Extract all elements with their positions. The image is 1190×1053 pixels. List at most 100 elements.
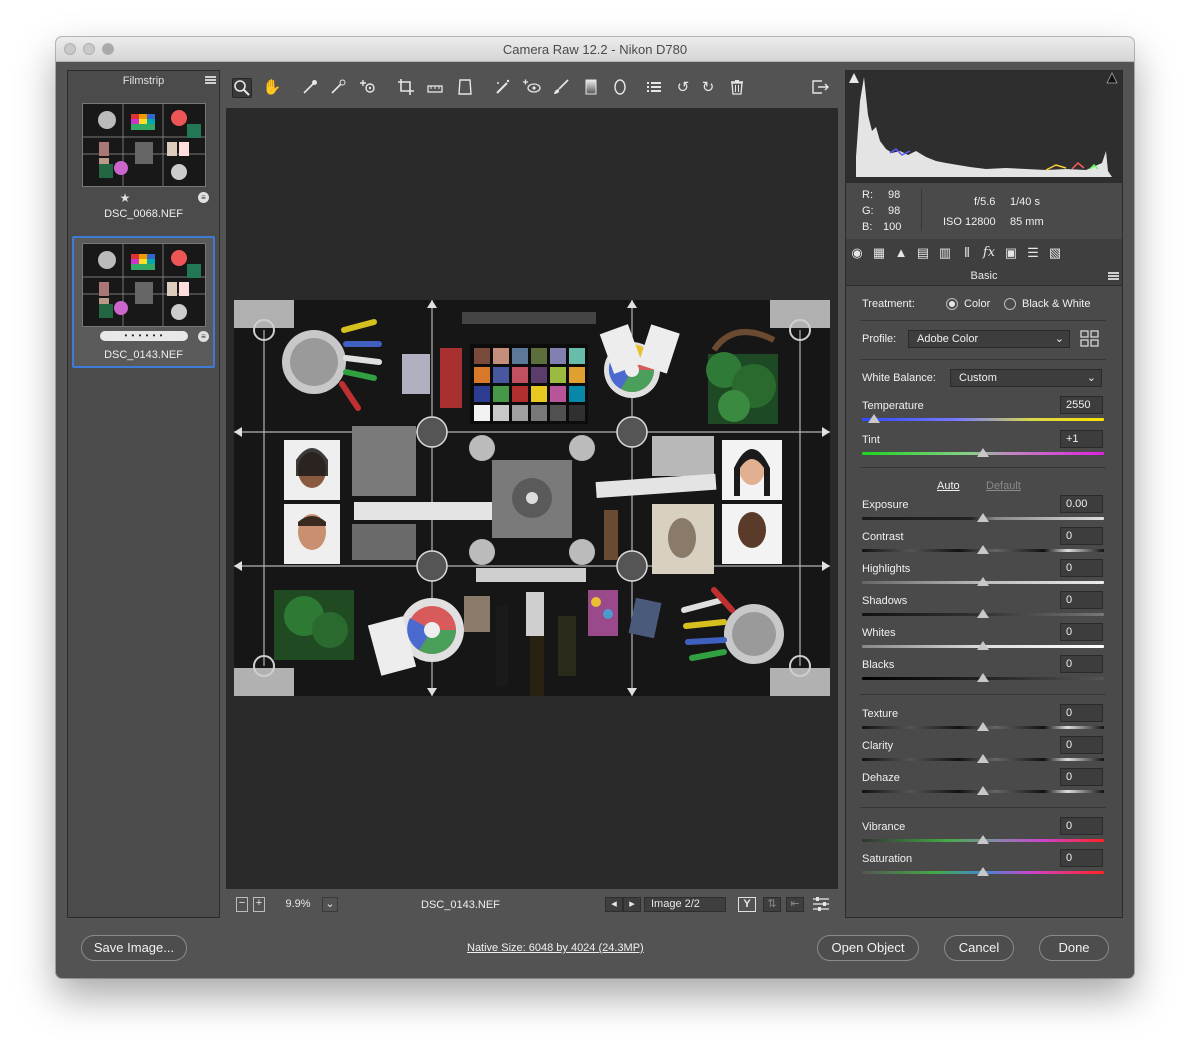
straighten-tool-icon[interactable] <box>425 78 445 98</box>
tab-detail-icon[interactable]: ▲ <box>893 245 909 261</box>
vibrance-value[interactable]: 0 <box>1060 817 1103 835</box>
tab-hsl-icon[interactable]: ▤ <box>915 245 931 261</box>
color-sampler-icon[interactable] <box>328 78 348 98</box>
open-object-button[interactable]: Open Object <box>817 935 919 961</box>
rotate-ccw-icon[interactable]: ↺ <box>673 78 693 98</box>
clarity-slider-thumb[interactable] <box>977 754 989 763</box>
filmstrip-menu-icon[interactable] <box>205 76 216 84</box>
whites-slider-thumb[interactable] <box>977 641 989 650</box>
filmstrip-item-selected[interactable]: • • • • • • ≡ DSC_0143.NEF <box>72 236 215 368</box>
white-balance-dropdown[interactable]: Custom ⌄ <box>950 369 1102 387</box>
highlights-slider-thumb[interactable] <box>977 577 989 586</box>
tint-label: Tint <box>862 434 880 446</box>
adjustment-brush-icon[interactable] <box>551 78 571 98</box>
thumbnail-image <box>82 243 206 327</box>
toggle-fullscreen-icon[interactable] <box>810 78 830 98</box>
tint-slider-thumb[interactable] <box>977 448 989 457</box>
image-counter: Image 2/2 <box>644 897 726 912</box>
transform-tool-icon[interactable] <box>455 78 475 98</box>
panel-menu-icon[interactable] <box>1108 272 1119 280</box>
shadows-value[interactable]: 0 <box>1060 591 1103 609</box>
treatment-color-radio[interactable] <box>946 298 958 310</box>
save-image-button[interactable]: Save Image... <box>81 935 187 961</box>
texture-slider-thumb[interactable] <box>977 722 989 731</box>
copy-settings-icon[interactable]: ⇤ <box>786 897 804 912</box>
zoom-out-button[interactable]: − <box>236 897 248 912</box>
vibrance-slider-thumb[interactable] <box>977 835 989 844</box>
shadows-slider-thumb[interactable] <box>977 609 989 618</box>
iso: ISO 12800 <box>943 216 996 228</box>
toggle-settings-icon[interactable] <box>812 896 830 912</box>
before-after-view-button[interactable]: Y <box>738 897 756 912</box>
rotate-cw-icon[interactable]: ↻ <box>698 78 718 98</box>
texture-label: Texture <box>862 708 899 720</box>
zoom-in-button[interactable]: + <box>253 897 265 912</box>
g-label: G: <box>862 205 874 217</box>
tab-snapshots-icon[interactable]: ▧ <box>1047 245 1063 261</box>
blacks-slider-thumb[interactable] <box>977 673 989 682</box>
trash-icon[interactable] <box>727 78 747 98</box>
swap-settings-icon[interactable]: ⇅ <box>763 897 781 912</box>
settings-badge-icon: ≡ <box>198 192 209 203</box>
white-balance-tool-icon[interactable] <box>300 78 320 98</box>
tab-presets-icon[interactable]: ☰ <box>1025 245 1041 261</box>
default-tone-link[interactable]: Default <box>986 480 1021 492</box>
hand-tool-icon[interactable]: ✋ <box>262 78 282 98</box>
separator <box>860 320 1106 321</box>
saturation-label: Saturation <box>862 853 913 865</box>
clarity-label: Clarity <box>862 740 894 752</box>
thumbnail-filename: DSC_0143.NEF <box>104 349 183 361</box>
profile-browser-icon[interactable] <box>1080 330 1100 348</box>
zoom-dropdown-chevron-icon[interactable]: ⌄ <box>322 897 338 912</box>
tab-tone-curve-icon[interactable]: ▦ <box>871 245 887 261</box>
tab-split-toning-icon[interactable]: ▥ <box>937 245 953 261</box>
spot-removal-icon[interactable] <box>493 78 513 98</box>
native-size-link[interactable]: Native Size: 6048 by 4024 (24.3MP) <box>467 942 644 954</box>
rating-dots[interactable]: • • • • • • <box>100 331 188 341</box>
targeted-adjustment-icon[interactable] <box>358 78 378 98</box>
previous-image-icon[interactable]: ◂ <box>605 897 623 912</box>
tint-value[interactable]: +1 <box>1060 430 1103 448</box>
auto-tone-link[interactable]: Auto <box>937 480 960 492</box>
tab-effects-fx-icon[interactable]: fx <box>981 245 997 261</box>
temperature-slider[interactable] <box>862 418 1104 421</box>
treatment-bw-radio[interactable] <box>1004 298 1016 310</box>
thumbnail-filename: DSC_0068.NEF <box>104 208 183 220</box>
contrast-value[interactable]: 0 <box>1060 527 1103 545</box>
radial-filter-icon[interactable] <box>610 78 630 98</box>
tab-calibration-icon[interactable]: ▣ <box>1003 245 1019 261</box>
highlights-value[interactable]: 0 <box>1060 559 1103 577</box>
dehaze-slider-thumb[interactable] <box>977 786 989 795</box>
crop-tool-icon[interactable] <box>396 78 416 98</box>
profile-dropdown[interactable]: Adobe Color ⌄ <box>908 330 1070 348</box>
zoom-tool-icon[interactable] <box>232 78 252 98</box>
white-balance-value: Custom <box>959 372 997 384</box>
whites-value[interactable]: 0 <box>1060 623 1103 641</box>
saturation-slider-thumb[interactable] <box>977 867 989 876</box>
filmstrip-item[interactable]: ★ ≡ DSC_0068.NEF <box>72 99 215 229</box>
saturation-value[interactable]: 0 <box>1060 849 1103 867</box>
cancel-button[interactable]: Cancel <box>944 935 1014 961</box>
rating-star[interactable]: ★ <box>108 191 142 205</box>
clarity-value[interactable]: 0 <box>1060 736 1103 754</box>
tab-basic-aperture-icon[interactable]: ◉ <box>849 245 865 261</box>
red-eye-icon[interactable] <box>522 78 542 98</box>
blacks-value[interactable]: 0 <box>1060 655 1103 673</box>
contrast-slider-thumb[interactable] <box>977 545 989 554</box>
exposure-slider-thumb[interactable] <box>977 513 989 522</box>
graduated-filter-icon[interactable] <box>581 78 601 98</box>
temperature-value[interactable]: 2550 <box>1060 396 1103 414</box>
treatment-color-label: Color <box>964 298 991 310</box>
b-label: B: <box>862 221 873 233</box>
tab-lens-icon[interactable]: ⦀ <box>959 245 975 261</box>
next-image-icon[interactable]: ▸ <box>623 897 641 912</box>
texture-value[interactable]: 0 <box>1060 704 1103 722</box>
thumbnail-image <box>82 103 206 187</box>
done-button[interactable]: Done <box>1039 935 1109 961</box>
dehaze-value[interactable]: 0 <box>1060 768 1103 786</box>
treatment-label: Treatment: <box>862 298 915 310</box>
temperature-slider-thumb[interactable] <box>868 414 880 423</box>
presets-list-icon[interactable] <box>644 78 664 98</box>
image-preview-area[interactable] <box>226 108 838 889</box>
exposure-value[interactable]: 0.00 <box>1060 495 1103 513</box>
